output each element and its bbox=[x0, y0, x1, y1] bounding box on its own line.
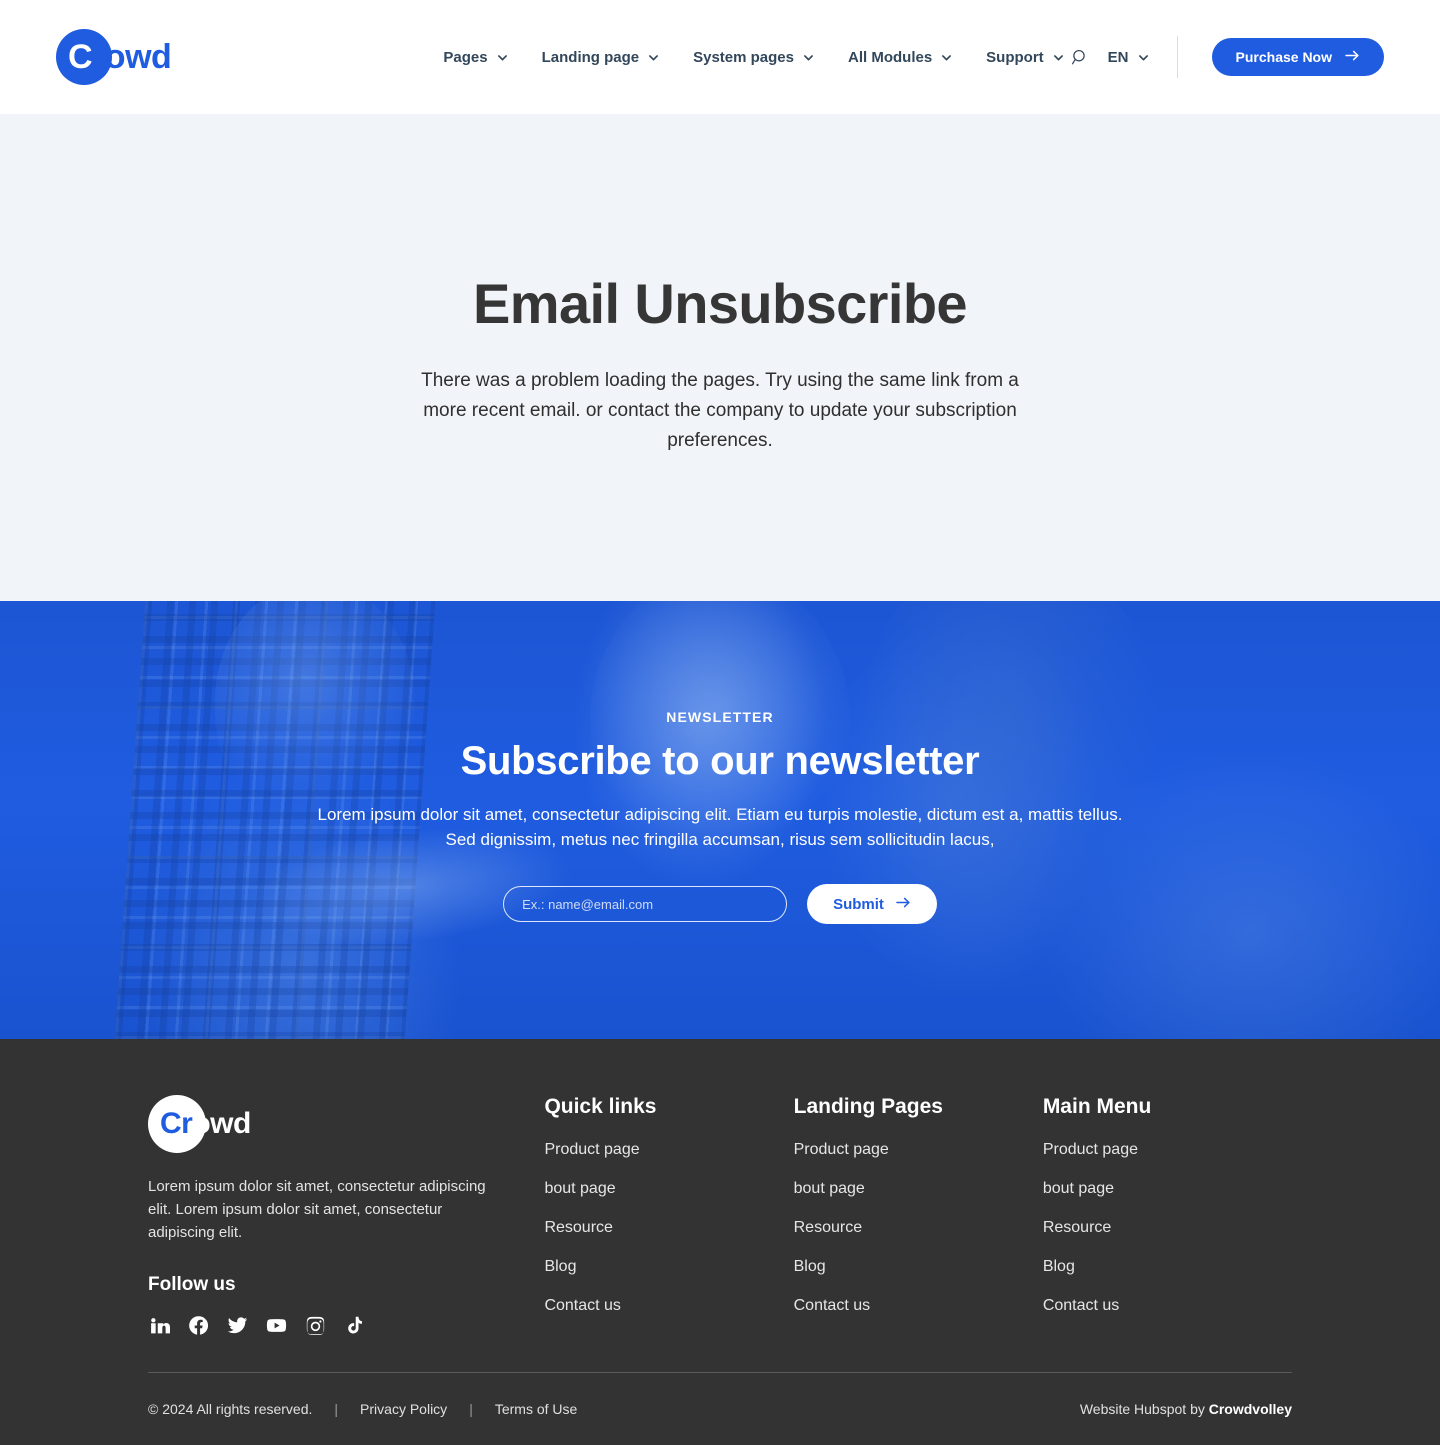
terms-of-use-link[interactable]: Terms of Use bbox=[495, 1401, 577, 1417]
footer-link[interactable]: Resource bbox=[544, 1219, 793, 1237]
purchase-now-button[interactable]: Purchase Now bbox=[1211, 38, 1384, 76]
separator: | bbox=[469, 1401, 473, 1417]
nav-item-landing-page[interactable]: Landing page bbox=[542, 49, 660, 66]
follow-us-title: Follow us bbox=[148, 1274, 236, 1295]
page-title: Email Unsubscribe bbox=[473, 272, 968, 335]
nav-item-system-pages[interactable]: System pages bbox=[693, 49, 814, 66]
logo-wordmark: Crowd bbox=[56, 22, 172, 92]
site-logo[interactable]: Crowd bbox=[56, 22, 233, 92]
tiktok-icon[interactable] bbox=[343, 1314, 365, 1336]
footer-logo-wordmark: Crowd bbox=[148, 1095, 251, 1153]
footer-link[interactable]: Product page bbox=[794, 1141, 1043, 1159]
nav-item-support[interactable]: Support bbox=[986, 49, 1064, 66]
logo-letters-cr: Cr bbox=[160, 1107, 193, 1140]
nav-item-label: Pages bbox=[443, 48, 488, 66]
social-links bbox=[148, 1314, 544, 1336]
twitter-icon[interactable] bbox=[226, 1314, 248, 1336]
newsletter-title: Subscribe to our newsletter bbox=[460, 739, 980, 783]
facebook-icon[interactable] bbox=[187, 1314, 209, 1336]
nav-item-pages[interactable]: Pages bbox=[443, 49, 507, 66]
site-footer: Crowd Lorem ipsum dolor sit amet, consec… bbox=[0, 1039, 1440, 1445]
footer-brand: Crowd Lorem ipsum dolor sit amet, consec… bbox=[148, 1095, 544, 1336]
nav-item-label: Support bbox=[986, 48, 1044, 66]
footer-link[interactable]: Product page bbox=[1043, 1141, 1292, 1159]
footer-link[interactable]: Blog bbox=[794, 1258, 1043, 1276]
newsletter-form: Submit bbox=[503, 884, 937, 924]
site-header: Crowd Pages Landing page System pages Al… bbox=[0, 0, 1440, 114]
footer-link[interactable]: bout page bbox=[794, 1180, 1043, 1198]
footer-link[interactable]: Contact us bbox=[544, 1297, 793, 1315]
logo-letter-c: C bbox=[68, 38, 93, 76]
footer-link[interactable]: Contact us bbox=[794, 1297, 1043, 1315]
footer-column-main-menu: Main Menu Product page bout page Resourc… bbox=[1043, 1095, 1292, 1336]
newsletter-section: NEWSLETTER Subscribe to our newsletter L… bbox=[0, 601, 1440, 1039]
logo-letters-rest: owd bbox=[192, 1107, 251, 1140]
footer-column-title: Landing Pages bbox=[793, 1095, 943, 1118]
footer-link[interactable]: Resource bbox=[1043, 1219, 1292, 1237]
footer-credit-prefix: Website Hubspot by bbox=[1079, 1401, 1209, 1417]
footer-column-title: Quick links bbox=[544, 1095, 657, 1118]
footer-credit-brand: Crowdvolley bbox=[1208, 1401, 1292, 1417]
newsletter-description: Lorem ipsum dolor sit amet, consectetur … bbox=[317, 805, 1123, 849]
chevron-down-icon bbox=[497, 52, 508, 63]
header-divider bbox=[1176, 36, 1178, 78]
footer-bottom-bar: © 2024 All rights reserved. | Privacy Po… bbox=[148, 1373, 1292, 1445]
nav-item-label: All Modules bbox=[848, 48, 933, 66]
language-label: EN bbox=[1107, 48, 1129, 66]
footer-columns: Crowd Lorem ipsum dolor sit amet, consec… bbox=[148, 1095, 1292, 1336]
arrow-right-icon bbox=[1345, 49, 1360, 65]
footer-column-title: Main Menu bbox=[1042, 1095, 1152, 1118]
chevron-down-icon bbox=[803, 52, 814, 63]
footer-logo[interactable]: Crowd bbox=[148, 1095, 348, 1153]
footer-description: Lorem ipsum dolor sit amet, consectetur … bbox=[148, 1178, 486, 1241]
footer-column-landing-pages: Landing Pages Product page bout page Res… bbox=[794, 1095, 1043, 1336]
nav-item-label: System pages bbox=[693, 48, 794, 66]
hero-section: Email Unsubscribe There was a problem lo… bbox=[0, 114, 1440, 601]
nav-item-all-modules[interactable]: All Modules bbox=[848, 49, 952, 66]
footer-link[interactable]: bout page bbox=[544, 1180, 793, 1198]
privacy-policy-link[interactable]: Privacy Policy bbox=[360, 1401, 447, 1417]
footer-column-quick-links: Quick links Product page bout page Resou… bbox=[544, 1095, 793, 1336]
chevron-down-icon bbox=[1053, 52, 1064, 63]
chevron-down-icon bbox=[1138, 52, 1149, 63]
chevron-down-icon bbox=[941, 52, 952, 63]
purchase-now-label: Purchase Now bbox=[1235, 49, 1332, 65]
footer-link[interactable]: Product page bbox=[544, 1141, 793, 1159]
search-icon[interactable] bbox=[1064, 40, 1098, 74]
newsletter-eyebrow: NEWSLETTER bbox=[666, 709, 774, 725]
footer-link[interactable]: Blog bbox=[544, 1258, 793, 1276]
logo-letters-rest: rowd bbox=[92, 38, 172, 76]
header-right-group: EN Purchase Now bbox=[1064, 36, 1384, 78]
instagram-icon[interactable] bbox=[304, 1314, 326, 1336]
submit-button[interactable]: Submit bbox=[807, 884, 937, 924]
language-selector[interactable]: EN bbox=[1108, 49, 1177, 66]
email-input[interactable] bbox=[503, 886, 788, 922]
submit-label: Submit bbox=[833, 895, 884, 913]
main-navigation: Pages Landing page System pages All Modu… bbox=[443, 49, 1063, 66]
footer-credit: Website Hubspot by Crowdvolley bbox=[1080, 1401, 1292, 1417]
arrow-right-icon bbox=[896, 896, 911, 913]
footer-link[interactable]: Blog bbox=[1043, 1258, 1292, 1276]
copyright-text: © 2024 All rights reserved. bbox=[148, 1401, 313, 1417]
separator: | bbox=[334, 1401, 339, 1417]
footer-link[interactable]: bout page bbox=[1043, 1180, 1292, 1198]
youtube-icon[interactable] bbox=[265, 1314, 287, 1336]
footer-link[interactable]: Contact us bbox=[1043, 1297, 1292, 1315]
hero-description: There was a problem loading the pages. T… bbox=[421, 370, 1019, 452]
nav-item-label: Landing page bbox=[541, 48, 640, 66]
newsletter-content: NEWSLETTER Subscribe to our newsletter L… bbox=[0, 709, 1440, 924]
linkedin-icon[interactable] bbox=[148, 1314, 170, 1336]
chevron-down-icon bbox=[648, 52, 659, 63]
page-root: Crowd Pages Landing page System pages Al… bbox=[0, 0, 1440, 1445]
footer-link[interactable]: Resource bbox=[794, 1219, 1043, 1237]
footer-legal-group: © 2024 All rights reserved. | Privacy Po… bbox=[148, 1401, 577, 1417]
